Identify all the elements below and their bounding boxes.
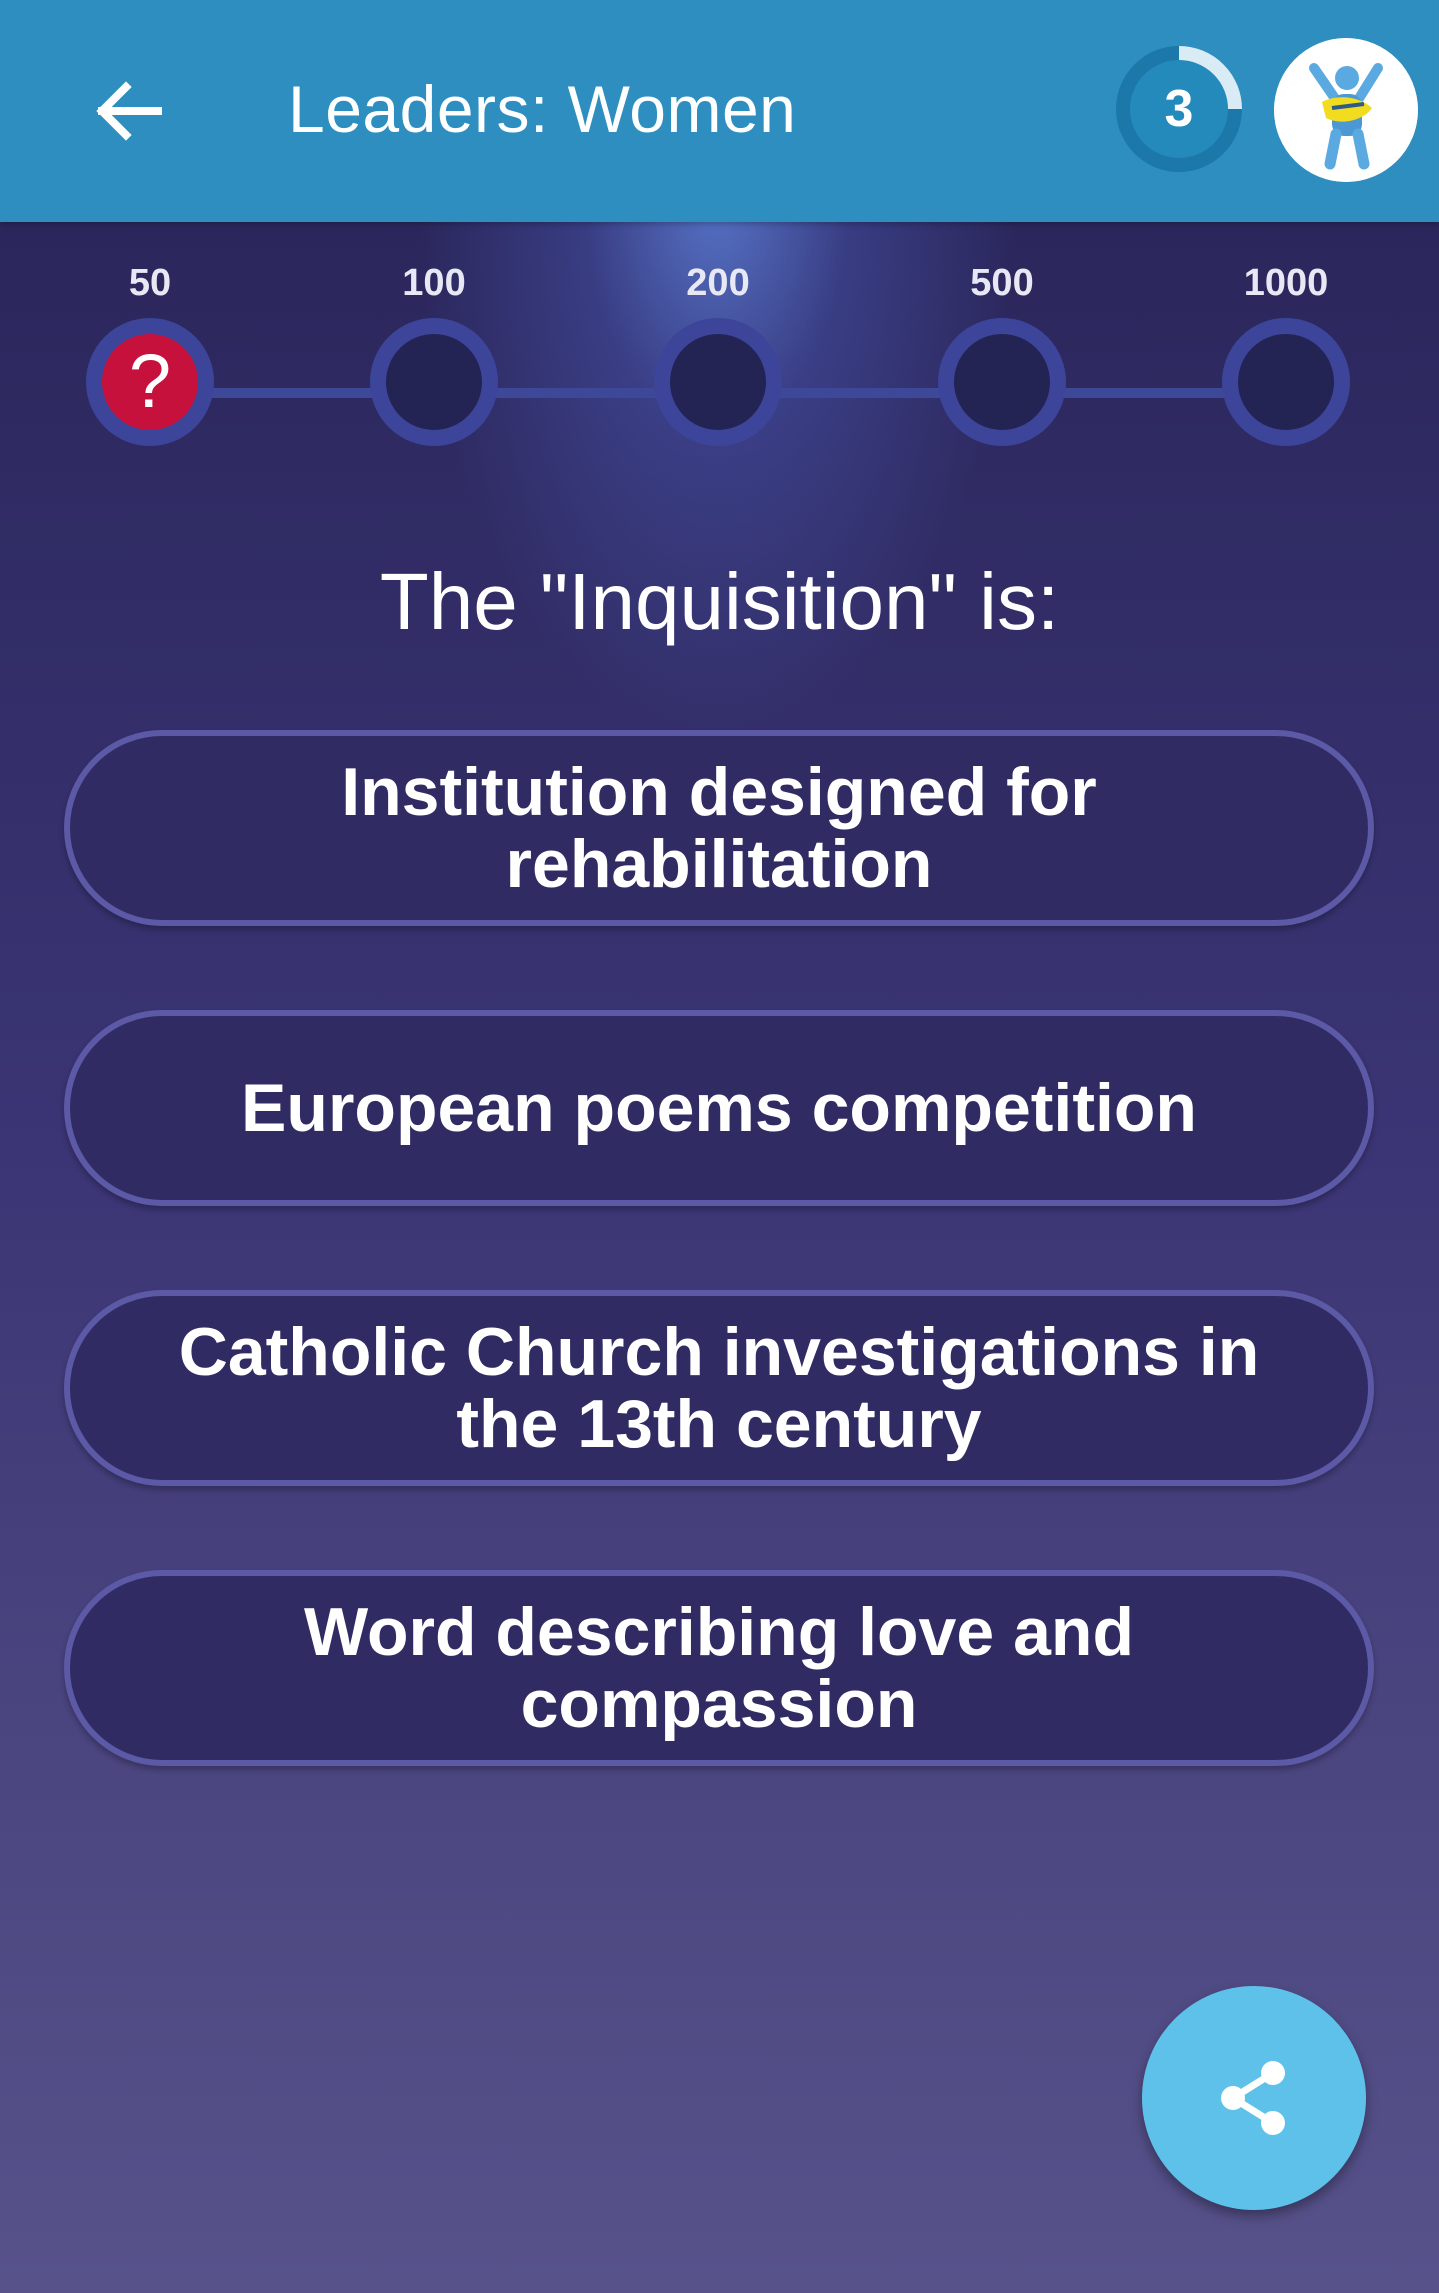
- answer-label: Catholic Church investigations in the 13…: [178, 1314, 1260, 1462]
- app-bar: Leaders: Women 3: [0, 0, 1439, 222]
- back-button[interactable]: [82, 66, 172, 156]
- step-50-current: ?: [86, 318, 214, 446]
- answer-label: European poems competition: [241, 1070, 1197, 1146]
- timer-value: 3: [1164, 80, 1194, 138]
- step-1000: [1222, 318, 1350, 446]
- share-icon: [1221, 2061, 1285, 2135]
- step-100: [370, 318, 498, 446]
- step-200: [654, 318, 782, 446]
- answer-option-4[interactable]: Word describing love and compassion: [64, 1570, 1374, 1766]
- quiz-area: 50 ? 100 200 500 1000 The "Inquisition" …: [0, 222, 1439, 2293]
- avatar-figure-icon: [1274, 38, 1418, 182]
- prize-ladder: 50 ? 100 200 500 1000: [0, 222, 1439, 482]
- answer-label: Word describing love and compassion: [304, 1594, 1134, 1742]
- share-button[interactable]: [1142, 1986, 1366, 2210]
- step-value-50: 50: [128, 262, 172, 304]
- question-text: The "Inquisition" is:: [379, 557, 1060, 646]
- answer-option-3[interactable]: Catholic Church investigations in the 13…: [64, 1290, 1374, 1486]
- step-value-500: 500: [970, 262, 1034, 304]
- avatar[interactable]: [1274, 38, 1418, 182]
- arrow-left-icon: [96, 81, 162, 141]
- step-500: [938, 318, 1066, 446]
- answer-label: Institution designed for rehabilitation: [341, 754, 1097, 902]
- question-mark-icon: ?: [128, 339, 172, 424]
- answer-option-2[interactable]: European poems competition: [64, 1010, 1374, 1206]
- step-value-100: 100: [402, 262, 466, 304]
- page-title: Leaders: Women: [288, 72, 797, 146]
- step-value-200: 200: [686, 262, 750, 304]
- step-value-1000: 1000: [1243, 262, 1329, 304]
- answer-option-1[interactable]: Institution designed for rehabilitation: [64, 730, 1374, 926]
- timer: 3: [1112, 42, 1246, 176]
